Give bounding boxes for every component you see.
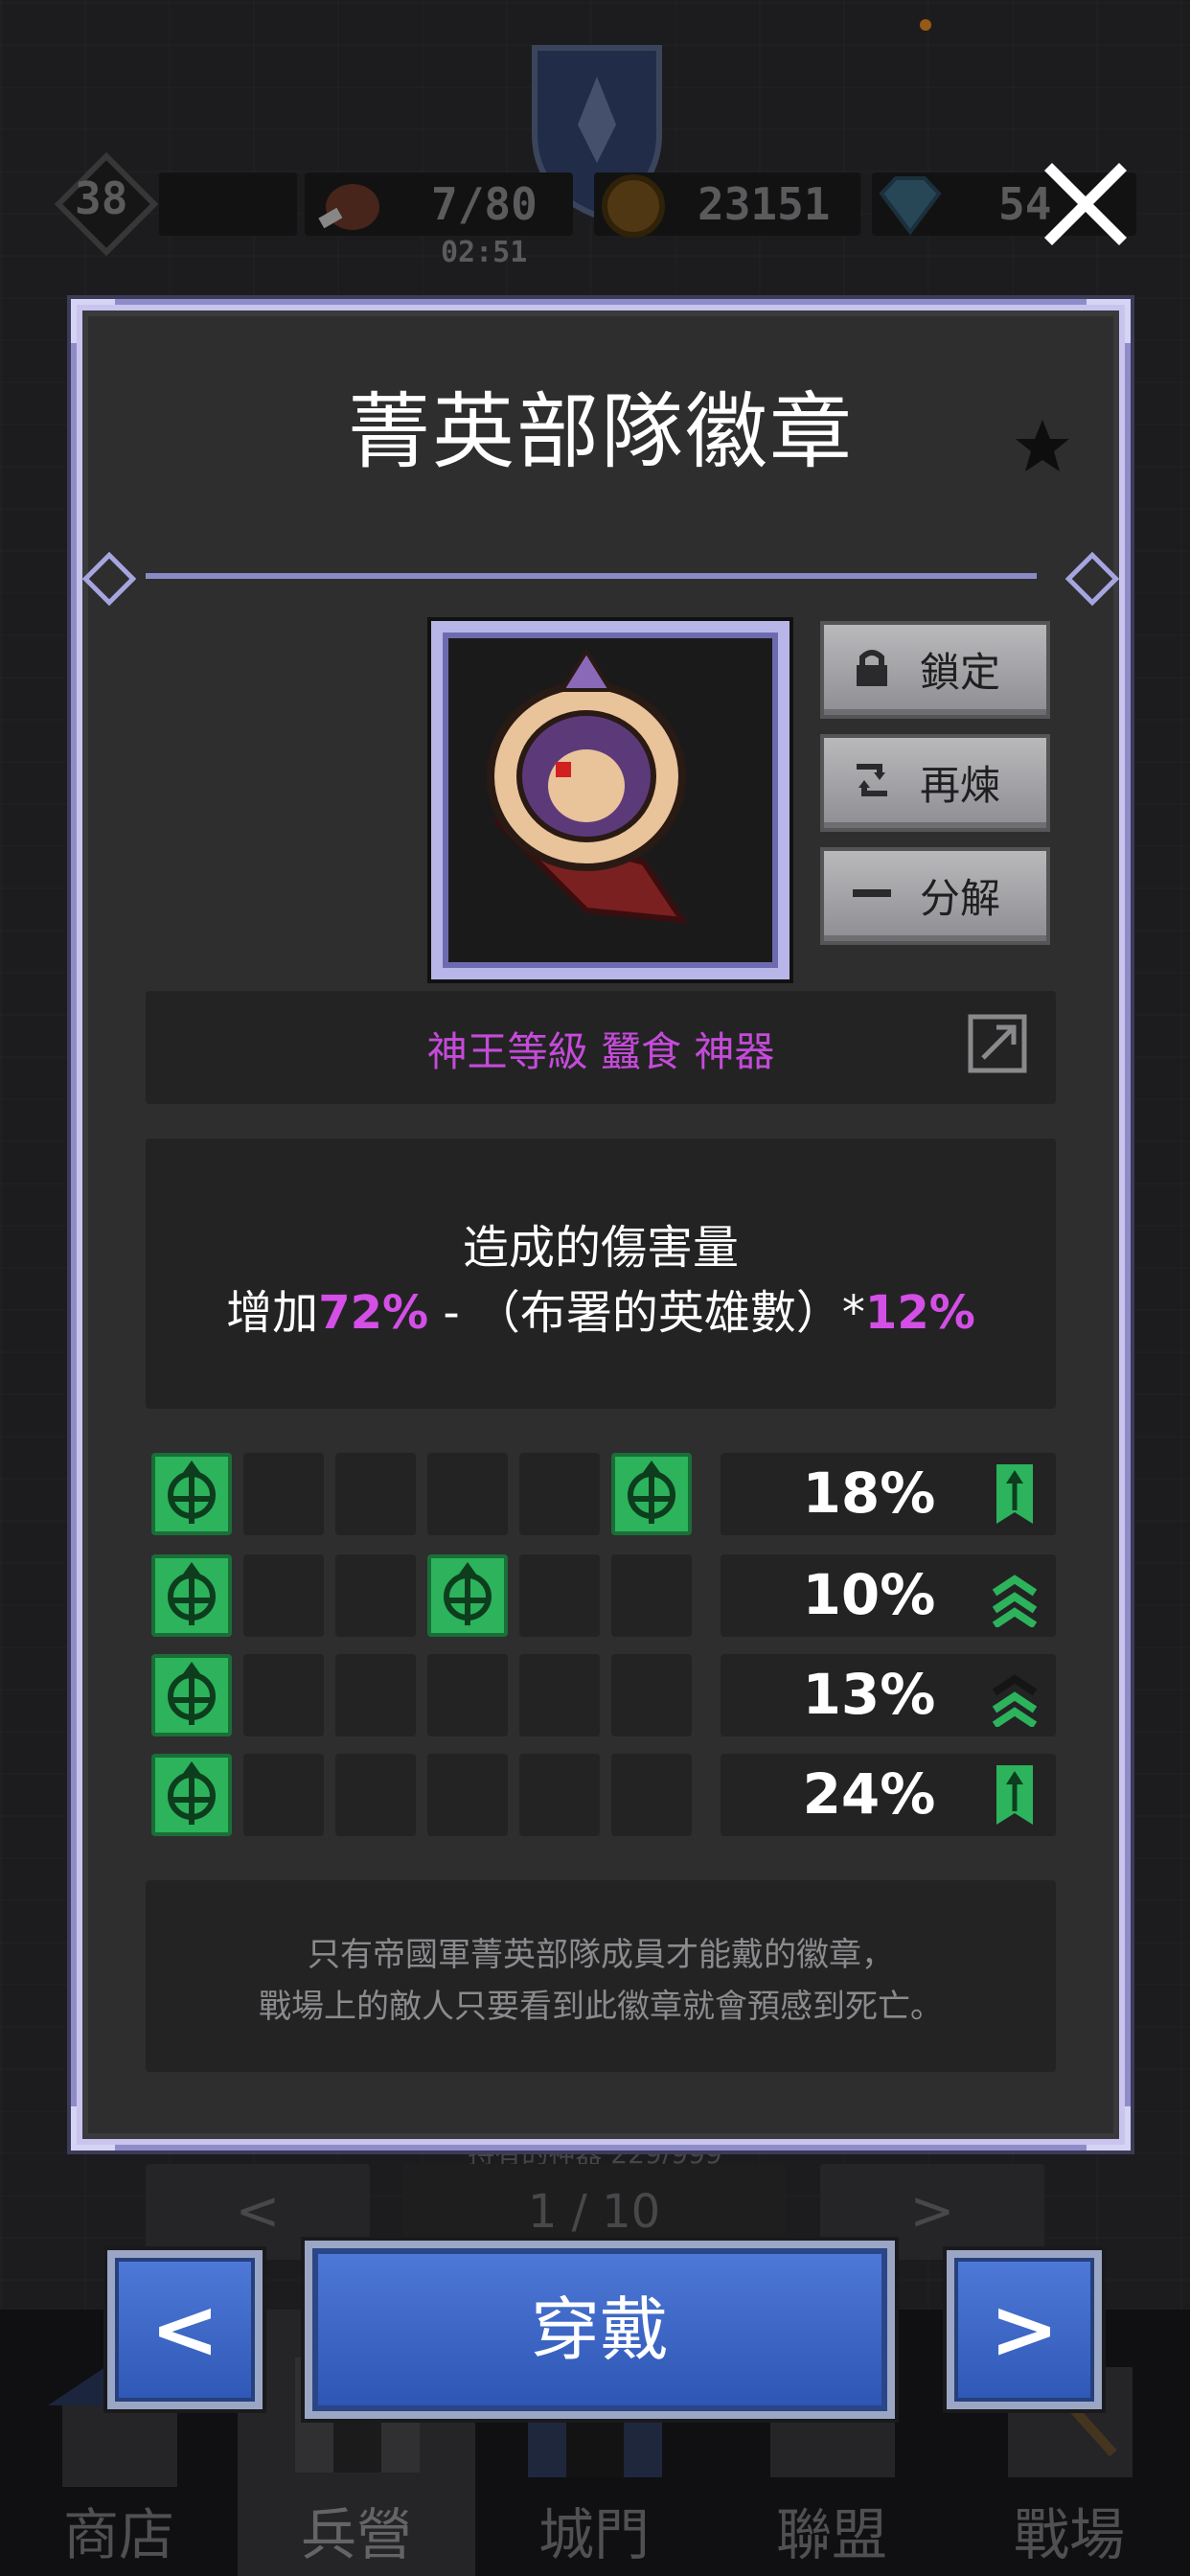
effect-value-per-hero: 12% <box>864 1286 975 1340</box>
equip-button-label: 穿戴 <box>530 2289 669 2370</box>
bookmark-up-icon <box>996 1464 1033 1524</box>
dismantle-button-label: 分解 <box>920 875 1001 922</box>
stat-slot-empty <box>519 1754 600 1836</box>
stat-slot-empty <box>519 1654 600 1736</box>
lock-button[interactable]: 鎖定 <box>820 621 1050 719</box>
double-chevron-icon <box>992 1575 1038 1627</box>
effect-middle: - （布署的英雄數）* <box>428 1286 865 1340</box>
archer-icon <box>444 1562 492 1625</box>
stat-value: 13% <box>802 1662 936 1727</box>
description-line: 只有帝國軍菁英部隊成員才能戴的徽章， <box>308 1936 894 1974</box>
stat-slot-empty <box>243 1554 324 1637</box>
rarity-text: 神王等級 蠶食 神器 <box>426 1028 775 1075</box>
stat-slot-filled <box>151 1453 232 1535</box>
stat-slot-empty <box>427 1754 508 1836</box>
effect-value-base: 72% <box>318 1286 429 1340</box>
rarity-panel: 神王等級 蠶食 神器 <box>146 991 1056 1104</box>
stat-value-box: 13% <box>721 1654 1056 1736</box>
stat-slot-empty <box>611 1554 692 1637</box>
stat-slot-empty <box>335 1554 416 1637</box>
stat-slot-empty <box>335 1654 416 1736</box>
star-icon[interactable] <box>1014 418 1071 475</box>
double-chevron-icon <box>992 1674 1038 1727</box>
artifact-title: 菁英部隊徽章 <box>348 384 854 480</box>
minus-icon <box>853 889 891 897</box>
stat-value-box: 10% <box>721 1554 1056 1637</box>
lock-icon <box>857 650 887 686</box>
title-divider <box>146 573 1037 579</box>
expand-icon[interactable] <box>968 1014 1027 1073</box>
divider-diamond-ornament <box>1064 551 1120 607</box>
stat-slot-filled <box>151 1754 232 1836</box>
stat-slot-empty <box>243 1654 324 1736</box>
stat-value: 10% <box>802 1562 936 1627</box>
effect-formula: 增加72% - （布署的英雄數）*12% <box>146 1275 1056 1342</box>
frame-corner <box>1087 299 1131 343</box>
previous-artifact-label: < <box>149 2282 220 2378</box>
archer-icon <box>628 1460 675 1524</box>
effect-prefix: 增加 <box>226 1286 319 1340</box>
archer-icon <box>168 1761 216 1825</box>
lock-button-label: 鎖定 <box>920 649 1001 696</box>
refresh-icon <box>857 764 887 796</box>
stat-slot-empty <box>335 1754 416 1836</box>
description-panel: 只有帝國軍菁英部隊成員才能戴的徽章， 戰場上的敵人只要看到此徽章就會預感到死亡。 <box>146 1880 1056 2072</box>
stat-slot-empty <box>335 1453 416 1535</box>
frame-corner <box>1087 2106 1131 2150</box>
stat-value-box: 18% <box>721 1453 1056 1535</box>
frame-corner <box>71 2106 115 2150</box>
next-artifact-button[interactable]: > <box>947 2250 1102 2409</box>
stat-slot-empty <box>427 1453 508 1535</box>
stat-slot-empty <box>427 1654 508 1736</box>
previous-artifact-button[interactable]: < <box>107 2250 263 2409</box>
stat-slot-filled <box>427 1554 508 1637</box>
stat-slot-filled <box>151 1654 232 1736</box>
effect-title: 造成的傷害量 <box>462 1221 739 1275</box>
elite-badge-artifact-icon <box>487 648 689 924</box>
refine-button-label: 再煉 <box>920 762 1001 809</box>
stat-value: 24% <box>802 1761 936 1827</box>
divider-diamond-ornament <box>81 551 137 607</box>
stat-value: 18% <box>802 1460 936 1526</box>
stat-slot-empty <box>519 1453 600 1535</box>
bookmark-up-icon <box>996 1765 1033 1825</box>
stat-slot-empty <box>611 1654 692 1736</box>
description-line: 戰場上的敵人只要看到此徽章就會預感到死亡。 <box>259 1988 943 2026</box>
close-icon[interactable] <box>1044 163 1127 245</box>
stat-value-box: 24% <box>721 1754 1056 1836</box>
stat-slot-filled <box>151 1554 232 1637</box>
archer-icon <box>168 1562 216 1625</box>
artifact-detail-modal: 菁英部隊徽章 鎖定 再煉 分解 神王等級 蠶食 神器 造成的傷害量 增加72% … <box>71 299 1131 2150</box>
archer-icon <box>168 1662 216 1725</box>
stat-slot-empty <box>611 1754 692 1836</box>
effect-panel: 造成的傷害量 增加72% - （布署的英雄數）*12% <box>146 1138 1056 1409</box>
stat-slot-empty <box>243 1754 324 1836</box>
stat-slot-filled <box>611 1453 692 1535</box>
stat-slot-empty <box>519 1554 600 1637</box>
archer-icon <box>168 1460 216 1524</box>
stat-slot-empty <box>243 1453 324 1535</box>
artifact-image-frame <box>431 621 790 979</box>
dismantle-button[interactable]: 分解 <box>820 847 1050 945</box>
frame-corner <box>71 299 115 343</box>
next-artifact-label: > <box>989 2282 1060 2378</box>
equip-button[interactable]: 穿戴 <box>305 2241 895 2419</box>
refine-button[interactable]: 再煉 <box>820 734 1050 832</box>
